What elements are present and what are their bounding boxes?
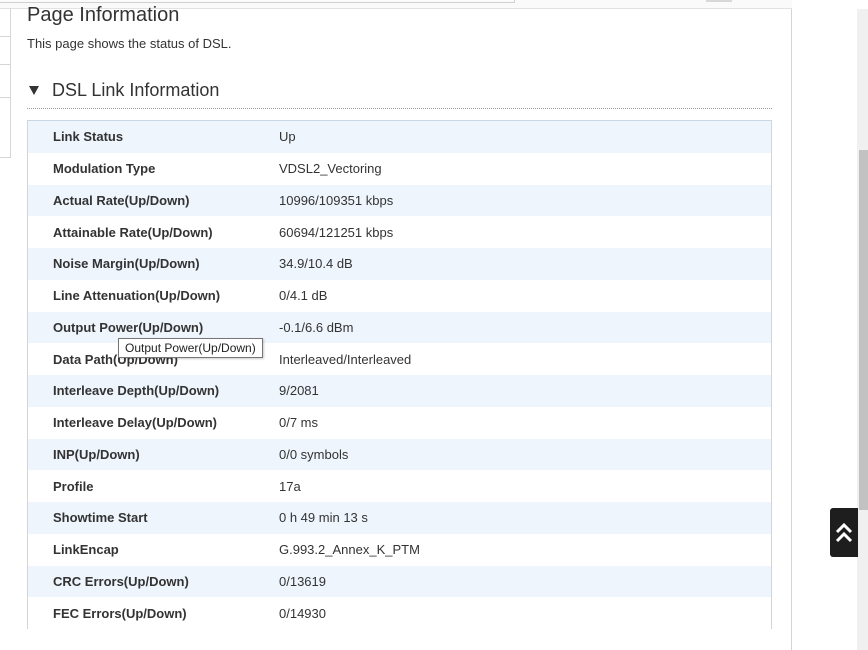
row-label: INP(Up/Down) (53, 446, 140, 462)
row-value: 60694/121251 kbps (279, 224, 394, 240)
row-value: Up (279, 129, 296, 145)
table-row: LinkEncap G.993.2_Annex_K_PTM (28, 533, 771, 566)
table-row: INP(Up/Down) 0/0 symbols (28, 438, 771, 471)
row-label: Interleave Delay(Up/Down) (53, 415, 217, 431)
row-value: 0 h 49 min 13 s (279, 510, 368, 526)
page-description: This page shows the status of DSL. (27, 36, 232, 51)
toolbar-button-fragment (706, 0, 732, 2)
table-row: Interleave Delay(Up/Down) 0/7 ms (28, 406, 771, 439)
table-row: FEC Errors(Up/Down) 0/14930 (28, 597, 771, 629)
row-value: 0/13619 (279, 573, 326, 589)
table-row: Modulation Type VDSL2_Vectoring (28, 152, 771, 185)
table-row: Noise Margin(Up/Down) 34.9/10.4 dB (28, 248, 771, 280)
row-value: 17a (279, 478, 301, 494)
table-row: CRC Errors(Up/Down) 0/13619 (28, 565, 771, 598)
row-value: 34.9/10.4 dB (279, 256, 353, 272)
row-label: CRC Errors(Up/Down) (53, 573, 189, 589)
row-value: G.993.2_Annex_K_PTM (279, 542, 420, 558)
table-row: Link Status Up (28, 121, 771, 153)
row-label: LinkEncap (53, 542, 119, 558)
row-label: Modulation Type (53, 161, 156, 177)
scrollbar-thumb[interactable] (859, 150, 868, 510)
tooltip: Output Power(Up/Down) (118, 338, 263, 358)
row-value: 0/7 ms (279, 415, 319, 431)
table-row: Profile 17a (28, 470, 771, 502)
section-title: DSL Link Information (52, 80, 220, 100)
table-row: Showtime Start 0 h 49 min 13 s (28, 502, 771, 534)
row-label: Actual Rate(Up/Down) (53, 192, 190, 208)
table-row: Attainable Rate(Up/Down) 60694/121251 kbp… (28, 216, 771, 248)
dsl-link-info-section-header[interactable]: DSL Link Information (27, 80, 772, 109)
page-title: Page Information (27, 4, 180, 26)
sidebar-divider (0, 64, 10, 65)
row-label: Showtime Start (53, 510, 148, 526)
sidebar-divider (0, 97, 10, 98)
table-row: Actual Rate(Up/Down) 10996/109351 kbps (28, 184, 771, 217)
row-value: -0.1/6.6 dBm (279, 319, 354, 335)
left-sidebar-fragment (0, 8, 11, 158)
caret-down-icon[interactable] (29, 86, 39, 95)
row-value: 9/2081 (279, 383, 319, 399)
row-value: 0/14930 (279, 605, 326, 621)
sidebar-divider (0, 36, 10, 37)
address-bar-fragment (0, 0, 515, 3)
row-value: Interleaved/Interleaved (279, 351, 412, 367)
row-label: Noise Margin(Up/Down) (53, 256, 200, 272)
row-label: FEC Errors(Up/Down) (53, 605, 187, 621)
row-label: Output Power(Up/Down) (53, 319, 204, 335)
row-label: Profile (53, 478, 94, 494)
table-row: Line Attenuation(Up/Down) 0/4.1 dB (28, 279, 771, 312)
row-label: Line Attenuation(Up/Down) (53, 288, 221, 304)
row-label: Attainable Rate(Up/Down) (53, 224, 213, 240)
row-label: Link Status (53, 129, 124, 145)
row-value: VDSL2_Vectoring (279, 161, 382, 177)
dsl-info-table: Link Status Up Modulation Type VDSL2_Vector… (27, 120, 772, 629)
table-row: Interleave Depth(Up/Down) 9/2081 (28, 375, 771, 407)
row-label: Interleave Depth(Up/Down) (53, 383, 220, 399)
row-value: 10996/109351 kbps (279, 192, 394, 208)
sidebar-divider (0, 157, 10, 158)
back-to-top-button[interactable] (830, 508, 858, 557)
row-value: 0/4.1 dB (279, 288, 328, 304)
row-value: 0/0 symbols (279, 446, 349, 462)
double-chevron-up-icon (835, 522, 853, 542)
